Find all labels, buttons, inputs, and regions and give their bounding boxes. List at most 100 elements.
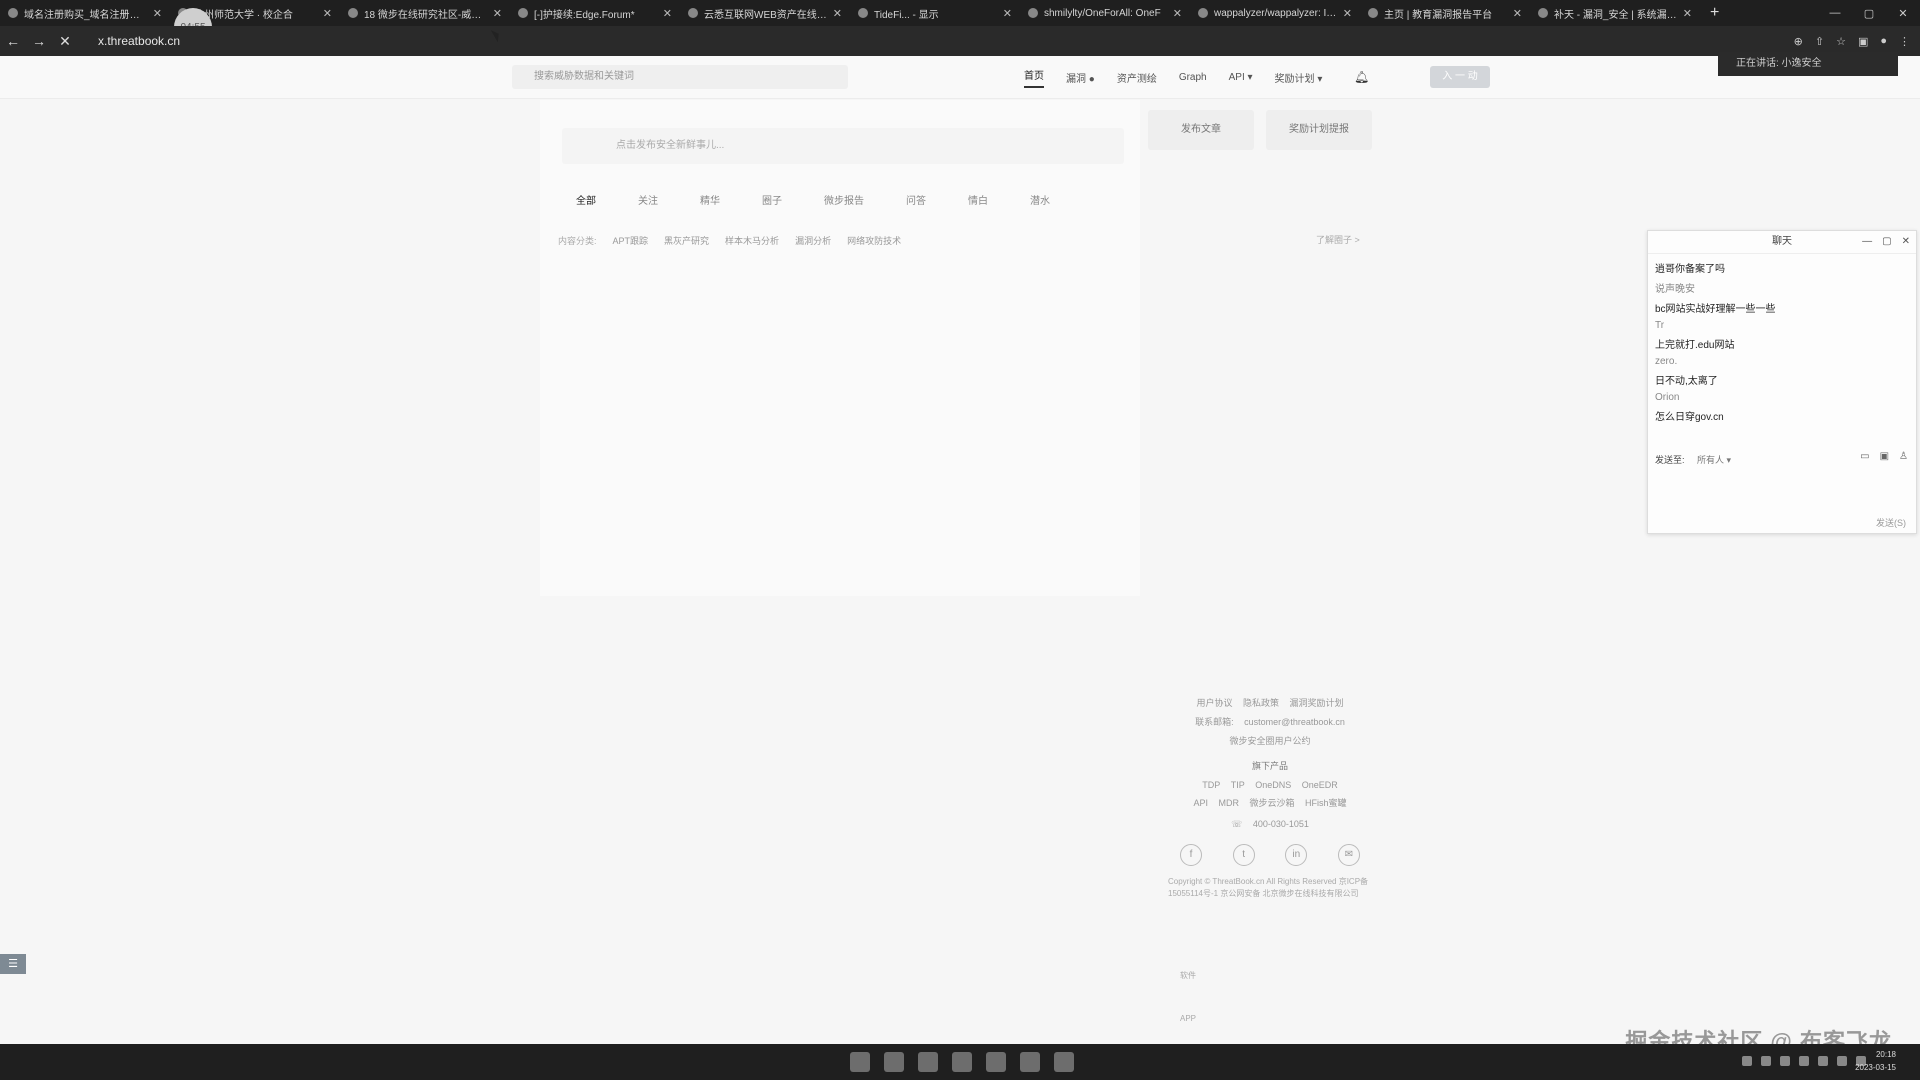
product-link[interactable]: 微步云沙箱 [1250, 798, 1295, 808]
post-input[interactable]: 点击发布安全新鲜事儿... [562, 128, 1124, 164]
community-rules-link[interactable]: 微步安全圈用户公约 [1229, 736, 1310, 746]
start-icon[interactable] [850, 1052, 870, 1072]
close-icon[interactable]: ✕ [323, 7, 332, 20]
footer-link-terms[interactable]: 用户协议 [1196, 698, 1232, 708]
chat-send-button[interactable]: 发送(S) [1876, 516, 1906, 529]
close-window-icon[interactable]: ✕ [1886, 7, 1920, 20]
browser-tab[interactable]: [-]护接续:Edge.Forum* ✕ [510, 0, 680, 26]
nav-api[interactable]: API ▾ [1229, 72, 1253, 83]
learn-circles-link[interactable]: 了解圈子 > [1316, 233, 1360, 246]
login-button[interactable]: 入 一 动 [1430, 66, 1490, 88]
chat-recipient-select[interactable]: 所有人 ▾ [1697, 455, 1731, 465]
product-link[interactable]: HFish蜜罐 [1305, 798, 1347, 808]
close-icon[interactable]: ✕ [1343, 7, 1352, 20]
close-icon[interactable]: ✕ [1513, 7, 1522, 20]
menu-icon[interactable]: ⋮ [1899, 35, 1910, 48]
category-apt[interactable]: APT跟踪 [613, 234, 649, 247]
nav-rewards[interactable]: 奖励计划 ▾ [1275, 70, 1323, 85]
browser-tab[interactable]: 云悉互联网WEB资产在线梳理 ✕ [680, 0, 850, 26]
mail-icon[interactable]: ✉ [1337, 844, 1360, 866]
tab-all[interactable]: 全部 [576, 192, 596, 207]
wifi-icon[interactable] [1837, 1056, 1847, 1066]
forward-icon[interactable]: → [26, 33, 52, 49]
close-icon[interactable]: ✕ [663, 7, 672, 20]
share-icon[interactable]: ⇧ [1815, 35, 1824, 48]
twitter-icon[interactable]: t [1232, 844, 1255, 866]
tray-icon[interactable] [1780, 1056, 1790, 1066]
site-search-input[interactable]: 搜索威胁数据和关键词 [512, 65, 848, 89]
image-icon[interactable]: ▣ [1880, 451, 1889, 462]
product-link[interactable]: TIP [1231, 780, 1245, 790]
close-icon[interactable]: ✕ [833, 7, 842, 20]
product-link[interactable]: OneEDR [1302, 780, 1338, 790]
stop-icon[interactable]: ✕ [52, 33, 78, 50]
footer-link-bounty[interactable]: 漏洞奖励计划 [1290, 698, 1344, 708]
tray-icon[interactable] [1818, 1056, 1828, 1066]
back-icon[interactable]: ← [0, 33, 26, 49]
linkedin-icon[interactable]: in [1285, 844, 1308, 866]
profile-icon[interactable]: ● [1880, 35, 1887, 47]
notification-bell-icon[interactable]: 🔔︎ [1354, 70, 1369, 84]
nav-vulns[interactable]: 漏洞 ● [1066, 70, 1095, 85]
close-icon[interactable]: ✕ [1902, 231, 1910, 253]
nav-home[interactable]: 首页 [1024, 67, 1044, 88]
new-tab-button[interactable]: + [1700, 4, 1729, 22]
browser-tab[interactable]: 主页 | 教育漏洞报告平台 ✕ [1360, 0, 1530, 26]
browser-tab[interactable]: 域名注册购买_域名注册选购 ✕ [0, 0, 170, 26]
sidebar-toggle-icon[interactable]: ☰ [0, 954, 26, 974]
product-link[interactable]: API [1193, 798, 1208, 808]
reward-report-button[interactable]: 奖励计划提报 [1266, 110, 1372, 150]
app-icon[interactable] [1020, 1052, 1040, 1072]
facebook-icon[interactable]: f [1180, 844, 1202, 866]
site-footer: 用户协议 隐私政策 漏洞奖励计划 联系邮箱: customer@threatbo… [1160, 696, 1380, 900]
product-link[interactable]: MDR [1218, 798, 1239, 808]
system-clock[interactable]: 20:18 2023-03-15 [1855, 1048, 1896, 1074]
url-field[interactable]: x.threatbook.cn [98, 34, 180, 48]
tray-icon[interactable] [1799, 1056, 1809, 1066]
close-icon[interactable]: ✕ [1683, 7, 1692, 20]
close-icon[interactable]: ✕ [1003, 7, 1012, 20]
browser-tab[interactable]: shmilylty/OneForAll: OneF ✕ [1020, 0, 1190, 26]
close-icon[interactable]: ✕ [153, 7, 162, 20]
browser-tab[interactable]: wappalyzer/wappalyzer: Ide ✕ [1190, 0, 1360, 26]
category-attack-defense[interactable]: 网络攻防技术 [847, 234, 901, 247]
tab-featured[interactable]: 精华 [700, 192, 720, 207]
nav-assets[interactable]: 资产测绘 [1117, 70, 1157, 85]
star-icon[interactable]: ☆ [1836, 35, 1846, 48]
tab-lurk[interactable]: 潜水 [1030, 192, 1050, 207]
tray-icon[interactable] [1761, 1056, 1771, 1066]
footer-link-privacy[interactable]: 隐私政策 [1243, 698, 1279, 708]
chrome-icon[interactable] [952, 1052, 972, 1072]
browser-tab[interactable]: 补天 - 漏洞_安全 | 系统漏洞_bl ✕ [1530, 0, 1700, 26]
tab-qa[interactable]: 问答 [906, 192, 926, 207]
tray-icon[interactable] [1742, 1056, 1752, 1066]
notes-icon[interactable] [986, 1052, 1006, 1072]
user-icon[interactable]: ♙ [1899, 451, 1908, 462]
tab-white[interactable]: 情白 [968, 192, 988, 207]
tab-reports[interactable]: 微步报告 [824, 192, 864, 207]
product-link[interactable]: TDP [1202, 780, 1220, 790]
product-link[interactable]: OneDNS [1255, 780, 1291, 790]
category-vuln[interactable]: 漏洞分析 [795, 234, 831, 247]
maximize-icon[interactable]: ▢ [1852, 7, 1886, 20]
email-link[interactable]: customer@threatbook.cn [1244, 717, 1345, 727]
sidebar-icon[interactable]: ▣ [1858, 35, 1868, 48]
category-blackgray[interactable]: 黑灰产研究 [664, 234, 709, 247]
translate-icon[interactable]: ⊕ [1794, 35, 1803, 48]
minimize-icon[interactable]: — [1862, 231, 1872, 253]
minimize-icon[interactable]: — [1818, 7, 1852, 19]
file-explorer-icon[interactable] [884, 1052, 904, 1072]
tab-following[interactable]: 关注 [638, 192, 658, 207]
close-icon[interactable]: ✕ [1173, 7, 1182, 20]
browser-tab[interactable]: TideFi... - 显示 ✕ [850, 0, 1020, 26]
app-icon[interactable] [1054, 1052, 1074, 1072]
publish-article-button[interactable]: 发布文章 [1148, 110, 1254, 150]
tab-circles[interactable]: 圈子 [762, 192, 782, 207]
maximize-icon[interactable]: ▢ [1882, 231, 1891, 253]
nav-graph[interactable]: Graph [1179, 72, 1207, 83]
edge-icon[interactable] [918, 1052, 938, 1072]
category-malware[interactable]: 样本木马分析 [725, 234, 779, 247]
browser-tab[interactable]: 18 微步在线研究社区-威胁情报✕ [340, 0, 510, 26]
file-icon[interactable]: ▭ [1860, 451, 1869, 462]
close-icon[interactable]: ✕ [493, 7, 502, 20]
